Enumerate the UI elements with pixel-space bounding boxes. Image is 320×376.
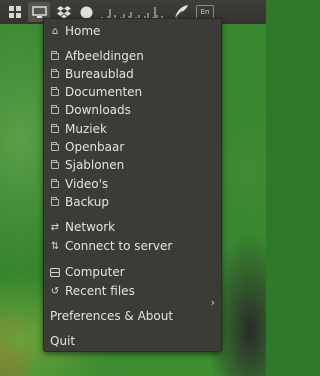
menu-item-label: Video's: [65, 177, 109, 191]
menu-item-preferences-about[interactable]: Preferences & About: [50, 307, 173, 325]
menu-item-quit[interactable]: Quit: [50, 332, 75, 350]
folder-icon: [50, 86, 60, 96]
menu-item-label: Sjablonen: [65, 158, 125, 172]
menu-item-home[interactable]: ⌂ Home: [50, 22, 101, 40]
folder-icon: [50, 50, 60, 60]
folder-icon: [50, 196, 60, 206]
chevron-right-icon: ›: [210, 296, 215, 309]
menu-item-label: Muziek: [65, 122, 107, 136]
menu-item-folder-sjablonen[interactable]: Sjablonen: [50, 156, 124, 174]
folder-icon: [50, 141, 60, 151]
menu-item-network[interactable]: ⇄ Network: [50, 218, 115, 236]
places-menu: ⌂ Home Afbeeldingen Bureaublad Documente…: [43, 18, 222, 352]
folder-icon: [50, 104, 60, 114]
menu-item-folder-afbeeldingen[interactable]: Afbeeldingen: [50, 47, 144, 65]
menu-item-folder-documenten[interactable]: Documenten: [50, 83, 142, 101]
menu-item-label: Downloads: [65, 103, 131, 117]
menu-item-label: Recent files: [65, 284, 135, 298]
network-icon: ⇄: [50, 221, 60, 233]
menu-item-label: Home: [65, 24, 101, 38]
menu-item-folder-muziek[interactable]: Muziek: [50, 120, 107, 138]
menu-item-folder-videos[interactable]: Video's: [50, 175, 108, 193]
menu-item-label: Network: [65, 220, 116, 234]
menu-item-folder-backup[interactable]: Backup: [50, 193, 109, 211]
menu-item-computer[interactable]: Computer: [50, 263, 125, 281]
menu-item-connect-to-server[interactable]: ⇅ Connect to server: [50, 237, 172, 255]
menu-item-label: Openbaar: [65, 140, 125, 154]
folder-icon: [50, 159, 60, 169]
menu-item-folder-openbaar[interactable]: Openbaar: [50, 138, 124, 156]
menu-item-label: Quit: [50, 334, 76, 348]
places-indicator-icon[interactable]: [6, 0, 24, 24]
folder-icon: [50, 68, 60, 78]
connect-icon: ⇅: [50, 240, 60, 252]
menu-item-recent-files[interactable]: ↺ Recent files: [50, 282, 135, 300]
drive-icon: [50, 267, 60, 277]
menu-item-label: Bureaublad: [65, 67, 134, 81]
menu-item-folder-bureaublad[interactable]: Bureaublad: [50, 65, 134, 83]
menu-item-label: Documenten: [65, 85, 143, 99]
menu-item-label: Afbeeldingen: [65, 49, 144, 63]
folder-icon: [50, 123, 60, 133]
menu-item-label: Preferences & About: [50, 309, 174, 323]
folder-icon: [50, 178, 60, 188]
history-icon: ↺: [50, 285, 60, 297]
menu-item-folder-downloads[interactable]: Downloads: [50, 101, 131, 119]
menu-item-label: Backup: [65, 195, 109, 209]
menu-item-label: Connect to server: [65, 239, 173, 253]
home-icon: ⌂: [51, 25, 59, 37]
menu-item-label: Computer: [65, 265, 125, 279]
